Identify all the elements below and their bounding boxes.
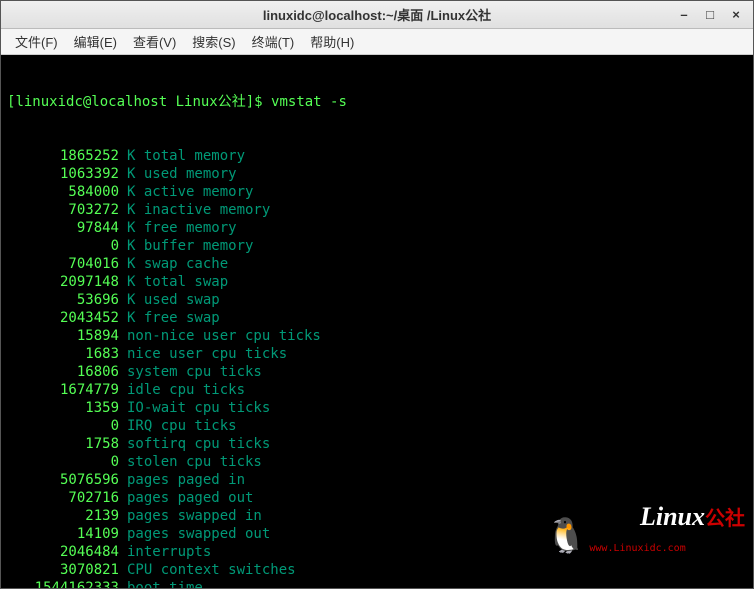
stat-row: 3070821CPU context switches (7, 561, 747, 579)
stat-desc: K active memory (119, 183, 253, 201)
stat-value: 0 (7, 417, 119, 435)
window-title: linuxidc@localhost:~/桌面 /Linux公社 (7, 5, 747, 24)
menu-help[interactable]: 帮助(H) (302, 30, 362, 53)
stat-row: 1758softirq cpu ticks (7, 435, 747, 453)
stat-desc: K free swap (119, 309, 220, 327)
stat-row: 702716pages paged out (7, 489, 747, 507)
stat-row: 1063392K used memory (7, 165, 747, 183)
stat-row: 2139pages swapped in (7, 507, 747, 525)
menubar: 文件(F) 编辑(E) 查看(V) 搜索(S) 终端(T) 帮助(H) (1, 29, 753, 55)
menu-file[interactable]: 文件(F) (7, 30, 66, 53)
stat-desc: nice user cpu ticks (119, 345, 287, 363)
stat-row: 14109pages swapped out (7, 525, 747, 543)
stat-value: 5076596 (7, 471, 119, 489)
command-text: vmstat -s (271, 94, 347, 110)
stat-value: 16806 (7, 363, 119, 381)
menu-search[interactable]: 搜索(S) (184, 30, 243, 53)
stat-desc: K used memory (119, 165, 237, 183)
stat-desc: K buffer memory (119, 237, 253, 255)
stat-desc: interrupts (119, 543, 211, 561)
stat-desc: stolen cpu ticks (119, 453, 262, 471)
stat-row: 2097148K total swap (7, 273, 747, 291)
stat-row: 0stolen cpu ticks (7, 453, 747, 471)
stat-value: 97844 (7, 219, 119, 237)
stat-desc: pages paged in (119, 471, 245, 489)
stat-desc: non-nice user cpu ticks (119, 327, 321, 345)
stat-value: 3070821 (7, 561, 119, 579)
stat-desc: K free memory (119, 219, 237, 237)
stat-desc: boot time (119, 579, 203, 588)
stat-row: 53696K used swap (7, 291, 747, 309)
stat-value: 1063392 (7, 165, 119, 183)
maximize-button[interactable]: □ (703, 8, 717, 22)
stat-desc: softirq cpu ticks (119, 435, 270, 453)
vmstat-output: 1865252K total memory1063392K used memor… (7, 147, 747, 588)
close-button[interactable]: × (729, 8, 743, 22)
stat-value: 1865252 (7, 147, 119, 165)
stat-value: 2139 (7, 507, 119, 525)
stat-row: 97844K free memory (7, 219, 747, 237)
stat-desc: pages swapped in (119, 507, 262, 525)
stat-row: 16806system cpu ticks (7, 363, 747, 381)
stat-value: 2043452 (7, 309, 119, 327)
stat-value: 584000 (7, 183, 119, 201)
stat-row: 703272K inactive memory (7, 201, 747, 219)
window-controls: – □ × (677, 8, 743, 22)
stat-value: 1683 (7, 345, 119, 363)
stat-value: 702716 (7, 489, 119, 507)
stat-desc: CPU context switches (119, 561, 296, 579)
stat-desc: K swap cache (119, 255, 228, 273)
stat-row: 15894non-nice user cpu ticks (7, 327, 747, 345)
menu-view[interactable]: 查看(V) (125, 30, 184, 53)
stat-row: 1865252K total memory (7, 147, 747, 165)
stat-row: 5076596pages paged in (7, 471, 747, 489)
stat-row: 2046484interrupts (7, 543, 747, 561)
stat-value: 704016 (7, 255, 119, 273)
stat-value: 14109 (7, 525, 119, 543)
stat-desc: K total swap (119, 273, 228, 291)
stat-row: 1544162333boot time (7, 579, 747, 588)
stat-row: 704016K swap cache (7, 255, 747, 273)
terminal-area[interactable]: [linuxidc@localhost Linux公社]$ vmstat -s … (1, 55, 753, 588)
menu-edit[interactable]: 编辑(E) (66, 30, 125, 53)
stat-desc: idle cpu ticks (119, 381, 245, 399)
stat-row: 0K buffer memory (7, 237, 747, 255)
stat-row: 1674779idle cpu ticks (7, 381, 747, 399)
stat-value: 1674779 (7, 381, 119, 399)
stat-value: 1544162333 (7, 579, 119, 588)
stat-desc: IO-wait cpu ticks (119, 399, 270, 417)
stat-desc: K total memory (119, 147, 245, 165)
stat-desc: pages paged out (119, 489, 253, 507)
stat-value: 2097148 (7, 273, 119, 291)
minimize-button[interactable]: – (677, 8, 691, 22)
stat-row: 2043452K free swap (7, 309, 747, 327)
stat-desc: system cpu ticks (119, 363, 262, 381)
stat-value: 703272 (7, 201, 119, 219)
stat-row: 0IRQ cpu ticks (7, 417, 747, 435)
stat-row: 1683nice user cpu ticks (7, 345, 747, 363)
stat-value: 53696 (7, 291, 119, 309)
stat-row: 584000K active memory (7, 183, 747, 201)
stat-value: 2046484 (7, 543, 119, 561)
stat-value: 0 (7, 453, 119, 471)
window-titlebar: linuxidc@localhost:~/桌面 /Linux公社 – □ × (1, 1, 753, 29)
stat-value: 0 (7, 237, 119, 255)
stat-desc: K inactive memory (119, 201, 270, 219)
stat-desc: pages swapped out (119, 525, 270, 543)
menu-terminal[interactable]: 终端(T) (244, 30, 303, 53)
stat-value: 1758 (7, 435, 119, 453)
stat-value: 1359 (7, 399, 119, 417)
prompt-line-1: [linuxidc@localhost Linux公社]$ vmstat -s (7, 93, 747, 111)
stat-row: 1359IO-wait cpu ticks (7, 399, 747, 417)
stat-desc: IRQ cpu ticks (119, 417, 237, 435)
stat-desc: K used swap (119, 291, 220, 309)
stat-value: 15894 (7, 327, 119, 345)
